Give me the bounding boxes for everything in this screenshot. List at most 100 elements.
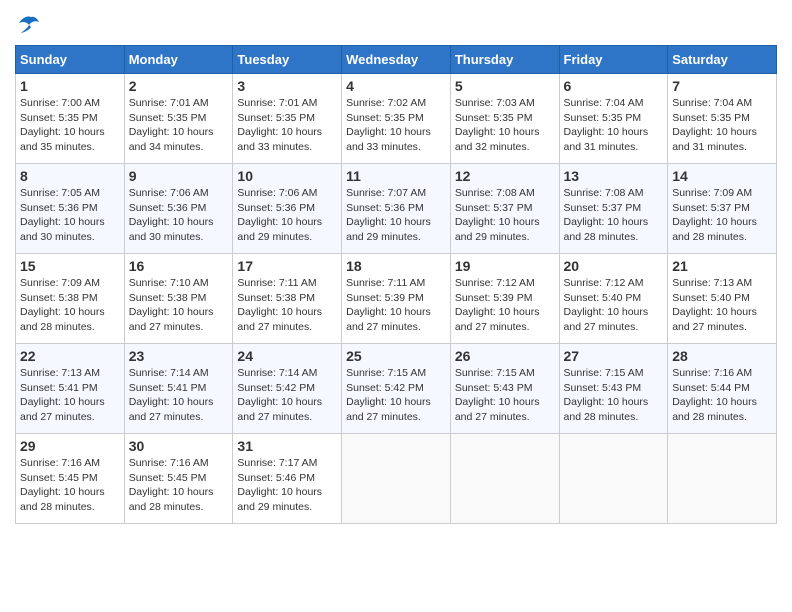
calendar-cell: 2 Sunrise: 7:01 AMSunset: 5:35 PMDaylight… <box>124 74 233 164</box>
day-info: Sunrise: 7:16 AMSunset: 5:45 PMDaylight:… <box>20 456 120 515</box>
day-info: Sunrise: 7:11 AMSunset: 5:39 PMDaylight:… <box>346 276 446 335</box>
day-number: 30 <box>129 438 229 454</box>
day-number: 13 <box>564 168 664 184</box>
day-number: 27 <box>564 348 664 364</box>
day-info: Sunrise: 7:04 AMSunset: 5:35 PMDaylight:… <box>564 96 664 155</box>
calendar-cell: 13 Sunrise: 7:08 AMSunset: 5:37 PMDayligh… <box>559 164 668 254</box>
calendar-cell: 18 Sunrise: 7:11 AMSunset: 5:39 PMDayligh… <box>342 254 451 344</box>
calendar-cell: 1Sunrise: 7:00 AMSunset: 5:35 PMDaylight… <box>16 74 125 164</box>
day-number: 7 <box>672 78 772 94</box>
day-info: Sunrise: 7:11 AMSunset: 5:38 PMDaylight:… <box>237 276 337 335</box>
calendar-cell: 25 Sunrise: 7:15 AMSunset: 5:42 PMDayligh… <box>342 344 451 434</box>
calendar-cell: 14 Sunrise: 7:09 AMSunset: 5:37 PMDayligh… <box>668 164 777 254</box>
day-number: 12 <box>455 168 555 184</box>
calendar-week-row: 22Sunrise: 7:13 AMSunset: 5:41 PMDayligh… <box>16 344 777 434</box>
calendar-day-header: Saturday <box>668 46 777 74</box>
day-number: 4 <box>346 78 446 94</box>
calendar-cell: 8 Sunrise: 7:05 AMSunset: 5:36 PMDaylight… <box>16 164 125 254</box>
calendar-day-header: Friday <box>559 46 668 74</box>
calendar-day-header: Tuesday <box>233 46 342 74</box>
calendar-cell: 29 Sunrise: 7:16 AMSunset: 5:45 PMDayligh… <box>16 434 125 524</box>
day-number: 3 <box>237 78 337 94</box>
day-number: 2 <box>129 78 229 94</box>
day-number: 18 <box>346 258 446 274</box>
calendar-cell: 11 Sunrise: 7:07 AMSunset: 5:36 PMDayligh… <box>342 164 451 254</box>
calendar-cell: 15Sunrise: 7:09 AMSunset: 5:38 PMDayligh… <box>16 254 125 344</box>
page-header <box>15 15 777 35</box>
calendar-cell: 21Sunrise: 7:13 AMSunset: 5:40 PMDayligh… <box>668 254 777 344</box>
day-number: 24 <box>237 348 337 364</box>
day-info: Sunrise: 7:00 AMSunset: 5:35 PMDaylight:… <box>20 96 120 155</box>
day-info: Sunrise: 7:03 AMSunset: 5:35 PMDaylight:… <box>455 96 555 155</box>
day-number: 15 <box>20 258 120 274</box>
day-info: Sunrise: 7:12 AMSunset: 5:40 PMDaylight:… <box>564 276 664 335</box>
day-info: Sunrise: 7:05 AMSunset: 5:36 PMDaylight:… <box>20 186 120 245</box>
calendar-cell: 3 Sunrise: 7:01 AMSunset: 5:35 PMDaylight… <box>233 74 342 164</box>
calendar-cell: 19 Sunrise: 7:12 AMSunset: 5:39 PMDayligh… <box>450 254 559 344</box>
calendar-day-header: Wednesday <box>342 46 451 74</box>
calendar-cell: 31Sunrise: 7:17 AMSunset: 5:46 PMDayligh… <box>233 434 342 524</box>
day-info: Sunrise: 7:13 AMSunset: 5:41 PMDaylight:… <box>20 366 120 425</box>
logo-bird-icon <box>17 15 45 35</box>
day-number: 20 <box>564 258 664 274</box>
day-number: 26 <box>455 348 555 364</box>
day-number: 21 <box>672 258 772 274</box>
day-number: 29 <box>20 438 120 454</box>
calendar-cell: 4 Sunrise: 7:02 AMSunset: 5:35 PMDaylight… <box>342 74 451 164</box>
calendar-cell <box>559 434 668 524</box>
calendar-week-row: 29 Sunrise: 7:16 AMSunset: 5:45 PMDayligh… <box>16 434 777 524</box>
calendar-header-row: SundayMondayTuesdayWednesdayThursdayFrid… <box>16 46 777 74</box>
calendar-cell: 30 Sunrise: 7:16 AMSunset: 5:45 PMDayligh… <box>124 434 233 524</box>
day-number: 6 <box>564 78 664 94</box>
calendar-cell: 7 Sunrise: 7:04 AMSunset: 5:35 PMDaylight… <box>668 74 777 164</box>
calendar-cell: 20 Sunrise: 7:12 AMSunset: 5:40 PMDayligh… <box>559 254 668 344</box>
calendar-cell: 27 Sunrise: 7:15 AMSunset: 5:43 PMDayligh… <box>559 344 668 434</box>
day-number: 8 <box>20 168 120 184</box>
day-number: 9 <box>129 168 229 184</box>
day-info: Sunrise: 7:14 AMSunset: 5:42 PMDaylight:… <box>237 366 337 425</box>
calendar-cell: 28 Sunrise: 7:16 AMSunset: 5:44 PMDayligh… <box>668 344 777 434</box>
logo <box>15 15 45 35</box>
day-info: Sunrise: 7:14 AMSunset: 5:41 PMDaylight:… <box>129 366 229 425</box>
day-number: 25 <box>346 348 446 364</box>
day-number: 16 <box>129 258 229 274</box>
day-number: 17 <box>237 258 337 274</box>
day-info: Sunrise: 7:04 AMSunset: 5:35 PMDaylight:… <box>672 96 772 155</box>
day-number: 5 <box>455 78 555 94</box>
calendar-week-row: 1Sunrise: 7:00 AMSunset: 5:35 PMDaylight… <box>16 74 777 164</box>
calendar-cell: 10Sunrise: 7:06 AMSunset: 5:36 PMDayligh… <box>233 164 342 254</box>
day-info: Sunrise: 7:16 AMSunset: 5:44 PMDaylight:… <box>672 366 772 425</box>
calendar-cell: 26Sunrise: 7:15 AMSunset: 5:43 PMDayligh… <box>450 344 559 434</box>
calendar-cell: 23Sunrise: 7:14 AMSunset: 5:41 PMDayligh… <box>124 344 233 434</box>
day-number: 10 <box>237 168 337 184</box>
calendar-cell: 17 Sunrise: 7:11 AMSunset: 5:38 PMDayligh… <box>233 254 342 344</box>
calendar-cell: 16 Sunrise: 7:10 AMSunset: 5:38 PMDayligh… <box>124 254 233 344</box>
day-info: Sunrise: 7:10 AMSunset: 5:38 PMDaylight:… <box>129 276 229 335</box>
calendar-cell <box>668 434 777 524</box>
calendar-cell: 9 Sunrise: 7:06 AMSunset: 5:36 PMDaylight… <box>124 164 233 254</box>
day-info: Sunrise: 7:01 AMSunset: 5:35 PMDaylight:… <box>237 96 337 155</box>
day-info: Sunrise: 7:15 AMSunset: 5:43 PMDaylight:… <box>564 366 664 425</box>
calendar-cell: 12Sunrise: 7:08 AMSunset: 5:37 PMDayligh… <box>450 164 559 254</box>
day-number: 19 <box>455 258 555 274</box>
day-info: Sunrise: 7:12 AMSunset: 5:39 PMDaylight:… <box>455 276 555 335</box>
day-info: Sunrise: 7:02 AMSunset: 5:35 PMDaylight:… <box>346 96 446 155</box>
day-number: 14 <box>672 168 772 184</box>
calendar-day-header: Thursday <box>450 46 559 74</box>
day-number: 28 <box>672 348 772 364</box>
calendar-day-header: Sunday <box>16 46 125 74</box>
day-info: Sunrise: 7:07 AMSunset: 5:36 PMDaylight:… <box>346 186 446 245</box>
calendar-week-row: 8 Sunrise: 7:05 AMSunset: 5:36 PMDaylight… <box>16 164 777 254</box>
day-number: 11 <box>346 168 446 184</box>
day-info: Sunrise: 7:01 AMSunset: 5:35 PMDaylight:… <box>129 96 229 155</box>
day-info: Sunrise: 7:09 AMSunset: 5:37 PMDaylight:… <box>672 186 772 245</box>
calendar-day-header: Monday <box>124 46 233 74</box>
day-info: Sunrise: 7:08 AMSunset: 5:37 PMDaylight:… <box>564 186 664 245</box>
day-info: Sunrise: 7:17 AMSunset: 5:46 PMDaylight:… <box>237 456 337 515</box>
day-info: Sunrise: 7:15 AMSunset: 5:42 PMDaylight:… <box>346 366 446 425</box>
day-info: Sunrise: 7:06 AMSunset: 5:36 PMDaylight:… <box>129 186 229 245</box>
day-info: Sunrise: 7:16 AMSunset: 5:45 PMDaylight:… <box>129 456 229 515</box>
calendar-cell: 5 Sunrise: 7:03 AMSunset: 5:35 PMDaylight… <box>450 74 559 164</box>
calendar-cell: 6 Sunrise: 7:04 AMSunset: 5:35 PMDaylight… <box>559 74 668 164</box>
calendar-cell <box>450 434 559 524</box>
